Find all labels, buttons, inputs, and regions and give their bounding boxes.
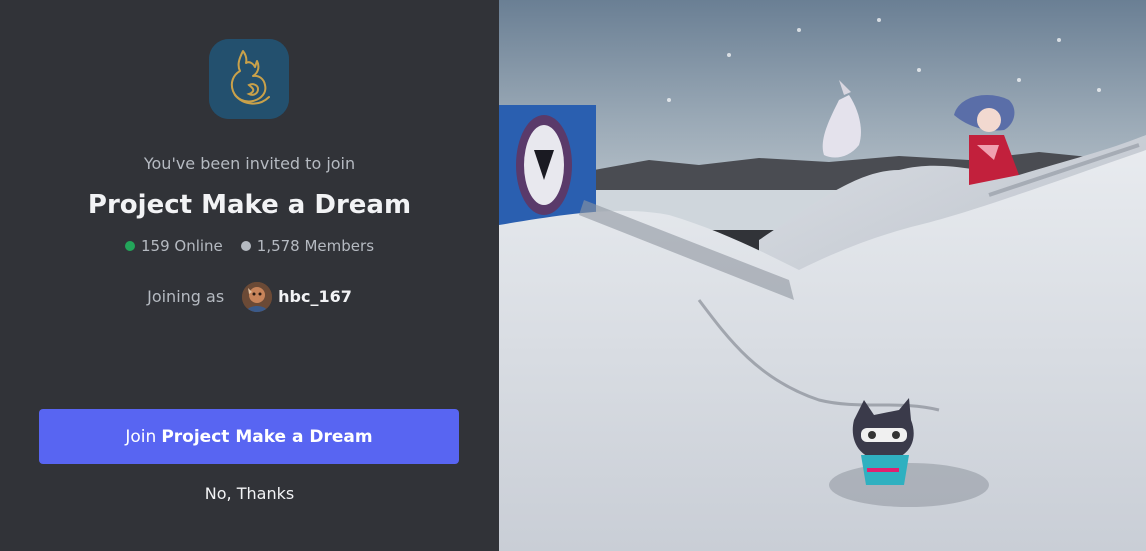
join-button-prefix: Join: [125, 426, 157, 447]
online-count: 159 Online: [140, 237, 223, 255]
joining-as-row: Joining as hbc_167: [0, 282, 499, 312]
username: hbc_167: [278, 287, 352, 306]
server-name: Project Make a Dream: [87, 190, 412, 220]
decline-button[interactable]: No, Thanks: [0, 484, 499, 504]
invite-page: You've been invited to join Project Make…: [0, 0, 1146, 551]
server-splash-image: [499, 0, 1146, 551]
join-button-server: Project Make a Dream: [161, 426, 373, 447]
join-server-button[interactable]: Join Project Make a Dream: [39, 409, 459, 464]
online-dot-icon: [124, 241, 135, 251]
joining-as-label: Joining as: [147, 287, 225, 306]
member-count: 1,578 Members: [256, 237, 375, 255]
invite-panel: You've been invited to join Project Make…: [0, 0, 499, 551]
members-stat: 1,578 Members: [240, 236, 375, 256]
fox-logo-icon: [209, 39, 289, 119]
server-stats: 159 Online 1,578 Members: [0, 236, 499, 256]
invite-subtitle: You've been invited to join: [143, 154, 356, 173]
avatar: [242, 282, 273, 312]
online-stat: 159 Online: [124, 236, 223, 256]
members-dot-icon: [240, 241, 251, 251]
